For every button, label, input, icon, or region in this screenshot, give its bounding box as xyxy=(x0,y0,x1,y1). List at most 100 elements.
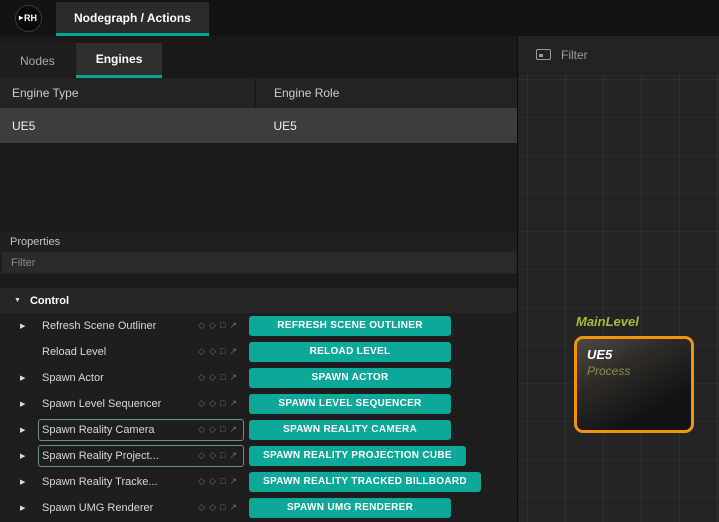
pin-arrow-icon: ↗ xyxy=(229,320,237,331)
property-label-area[interactable]: Refresh Scene Outliner ◇ ◇ □ ↗ xyxy=(38,315,244,337)
pin-diamond-icon: ◇ xyxy=(198,346,205,357)
tab-engines[interactable]: Engines xyxy=(76,43,163,78)
pin-arrow-icon: ↗ xyxy=(229,346,237,357)
engine-table-header: Engine Type Engine Role xyxy=(0,78,517,108)
engine-table-row[interactable]: UE5 UE5 xyxy=(0,108,517,143)
group-header-control[interactable]: ▼ Control xyxy=(0,288,517,313)
left-panel: Nodes Engines Engine Type Engine Role UE… xyxy=(0,36,518,522)
nodegraph-filter-field[interactable]: Filter xyxy=(561,48,588,62)
top-bar: ▸ RH Nodegraph / Actions xyxy=(0,0,719,36)
property-label-area[interactable]: Spawn UMG Renderer ◇ ◇ □ ↗ xyxy=(38,497,244,519)
pin-diamond-icon: ◇ xyxy=(198,450,205,461)
action-button-spawn-actor[interactable]: SPAWN ACTOR xyxy=(249,368,451,388)
pin-square-icon: □ xyxy=(220,450,225,461)
property-row: ▶ Spawn Actor ◇ ◇ □ ↗ SPAWN ACTOR xyxy=(0,365,517,391)
property-row: ▶ Spawn UMG Renderer ◇ ◇ □ ↗ SPAWN UMG R… xyxy=(0,495,517,521)
pin-diamond2-icon: ◇ xyxy=(209,320,216,331)
node-title: UE5 xyxy=(587,347,681,362)
pin-icons: ◇ ◇ □ ↗ xyxy=(198,372,237,383)
action-button-reload-level[interactable]: RELOAD LEVEL xyxy=(249,342,451,362)
expand-arrow-icon[interactable]: ▶ xyxy=(20,400,38,408)
expand-arrow-icon[interactable]: ▶ xyxy=(20,374,38,382)
property-label: Refresh Scene Outliner xyxy=(42,320,156,332)
property-label-area[interactable]: Spawn Level Sequencer ◇ ◇ □ ↗ xyxy=(38,393,244,415)
pin-arrow-icon: ↗ xyxy=(229,502,237,513)
pin-diamond2-icon: ◇ xyxy=(209,502,216,513)
property-label-area[interactable]: Spawn Reality Tracke... ◇ ◇ □ ↗ xyxy=(38,471,244,493)
pin-diamond2-icon: ◇ xyxy=(209,372,216,383)
action-button-spawn-level-sequencer[interactable]: SPAWN LEVEL SEQUENCER xyxy=(249,394,451,414)
empty-area xyxy=(0,143,517,232)
property-label: Reload Level xyxy=(42,346,106,358)
action-button-spawn-reality-tracked-billboard[interactable]: SPAWN REALITY TRACKED BILLBOARD xyxy=(249,472,481,492)
properties-filter-input[interactable] xyxy=(1,251,517,274)
collapse-arrow-icon: ▼ xyxy=(14,297,21,304)
main-area: Nodes Engines Engine Type Engine Role UE… xyxy=(0,36,719,522)
pin-diamond-icon: ◇ xyxy=(198,372,205,383)
pin-arrow-icon: ↗ xyxy=(229,372,237,383)
filter-frame-dot xyxy=(539,54,543,57)
group-label: Control xyxy=(30,295,69,307)
logo-text: RH xyxy=(24,13,37,23)
pin-diamond-icon: ◇ xyxy=(198,320,205,331)
property-label: Spawn Reality Camera xyxy=(42,424,155,436)
pin-icons: ◇ ◇ □ ↗ xyxy=(198,450,237,461)
pin-arrow-icon: ↗ xyxy=(229,424,237,435)
filter-frame-icon xyxy=(536,49,551,60)
pin-square-icon: □ xyxy=(220,398,225,409)
pin-diamond-icon: ◇ xyxy=(198,424,205,435)
pin-square-icon: □ xyxy=(220,346,225,357)
engine-type-cell: UE5 xyxy=(0,119,256,133)
property-label-area[interactable]: Reload Level ◇ ◇ □ ↗ xyxy=(38,341,244,363)
action-button-spawn-reality-projection-cube[interactable]: SPAWN REALITY PROJECTION CUBE xyxy=(249,446,466,466)
pin-square-icon: □ xyxy=(220,424,225,435)
app-logo[interactable]: ▸ RH xyxy=(15,5,42,32)
pin-arrow-icon: ↗ xyxy=(229,450,237,461)
tab-nodegraph-actions[interactable]: Nodegraph / Actions xyxy=(56,2,209,36)
expand-arrow-icon[interactable]: ▶ xyxy=(20,426,38,434)
pin-square-icon: □ xyxy=(220,372,225,383)
pin-icons: ◇ ◇ □ ↗ xyxy=(198,346,237,357)
property-label-area[interactable]: Spawn Reality Project... ◇ ◇ □ ↗ xyxy=(38,445,244,467)
tab-nodes[interactable]: Nodes xyxy=(0,43,75,78)
pin-arrow-icon: ↗ xyxy=(229,398,237,409)
property-label-area[interactable]: Spawn Reality Camera ◇ ◇ □ ↗ xyxy=(38,419,244,441)
pin-square-icon: □ xyxy=(220,320,225,331)
property-row: ▶ Spawn Reality Tracke... ◇ ◇ □ ↗ SPAWN … xyxy=(0,469,517,495)
action-button-spawn-umg-renderer[interactable]: SPAWN UMG RENDERER xyxy=(249,498,451,518)
nodegraph-header: Filter xyxy=(518,36,719,74)
expand-arrow-icon[interactable]: ▶ xyxy=(20,504,38,512)
engine-role-cell: UE5 xyxy=(256,119,518,133)
pin-icons: ◇ ◇ □ ↗ xyxy=(198,320,237,331)
properties-title: Properties xyxy=(0,232,517,251)
property-row: ▶ Spawn Level Sequencer ◇ ◇ □ ↗ SPAWN LE… xyxy=(0,391,517,417)
pin-diamond-icon: ◇ xyxy=(198,476,205,487)
property-label: Spawn UMG Renderer xyxy=(42,502,153,514)
app-window: ▸ RH Nodegraph / Actions Nodes Engines E… xyxy=(0,0,719,522)
property-row: ▶ Spawn Reality Camera ◇ ◇ □ ↗ SPAWN REA… xyxy=(0,417,517,443)
pin-icons: ◇ ◇ □ ↗ xyxy=(198,398,237,409)
expand-arrow-icon[interactable]: ▶ xyxy=(20,452,38,460)
property-label: Spawn Reality Project... xyxy=(42,450,159,462)
spacer xyxy=(0,274,517,288)
pin-icons: ◇ ◇ □ ↗ xyxy=(198,502,237,513)
logo-chevron-icon: ▸ xyxy=(19,14,23,22)
property-label: Spawn Level Sequencer xyxy=(42,398,161,410)
nodegraph-canvas[interactable]: MainLevel UE5 Process xyxy=(518,74,719,522)
pin-diamond-icon: ◇ xyxy=(198,502,205,513)
property-label-area[interactable]: Spawn Actor ◇ ◇ □ ↗ xyxy=(38,367,244,389)
property-label: Spawn Actor xyxy=(42,372,104,384)
node-context-label: MainLevel xyxy=(576,314,639,329)
expand-arrow-icon[interactable]: ▶ xyxy=(20,322,38,330)
action-button-refresh-scene-outliner[interactable]: REFRESH SCENE OUTLINER xyxy=(249,316,451,336)
property-row: ▶ Reload Level ◇ ◇ □ ↗ RELOAD LEVEL xyxy=(0,339,517,365)
pin-icons: ◇ ◇ □ ↗ xyxy=(198,424,237,435)
ue5-process-node[interactable]: UE5 Process xyxy=(574,336,694,433)
pin-diamond2-icon: ◇ xyxy=(209,450,216,461)
action-button-spawn-reality-camera[interactable]: SPAWN REALITY CAMERA xyxy=(249,420,451,440)
expand-arrow-icon[interactable]: ▶ xyxy=(20,478,38,486)
pin-diamond2-icon: ◇ xyxy=(209,346,216,357)
pin-arrow-icon: ↗ xyxy=(229,476,237,487)
node-subtitle: Process xyxy=(587,364,681,378)
column-header-engine-type: Engine Type xyxy=(0,86,255,100)
